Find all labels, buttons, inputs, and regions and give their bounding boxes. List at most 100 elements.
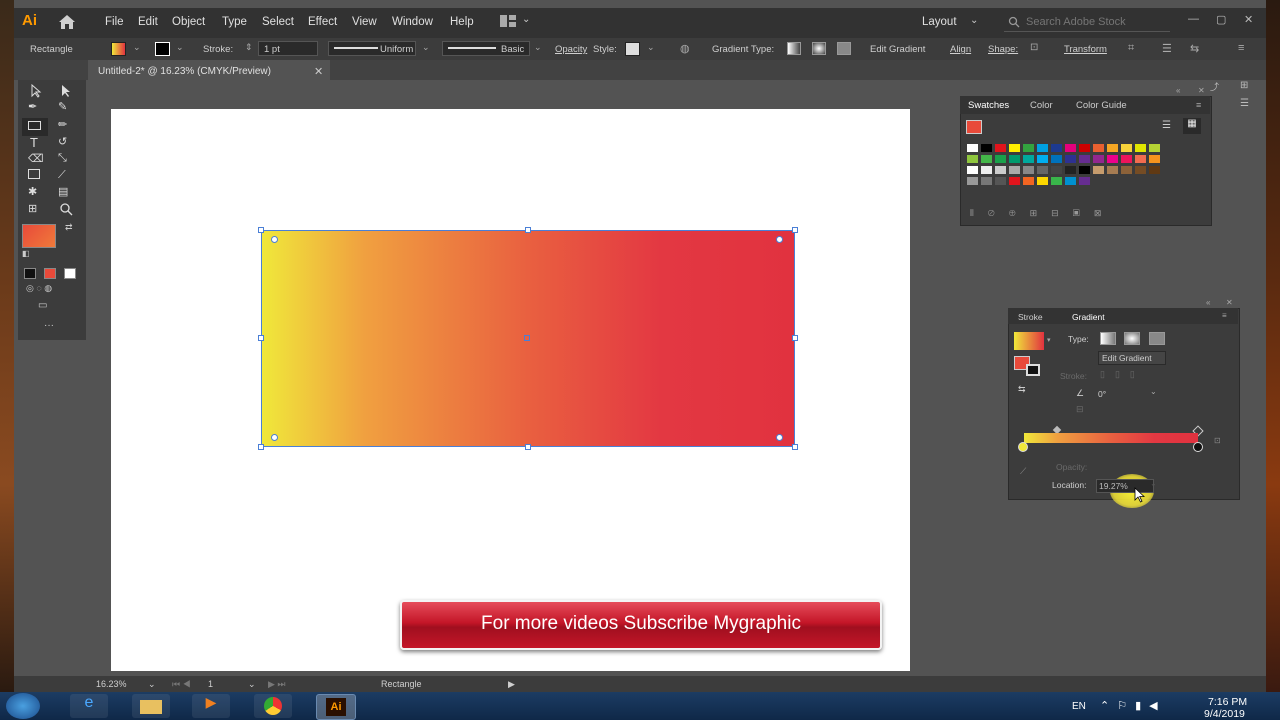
scale-tool-icon[interactable]: ⤡	[58, 152, 67, 165]
radial-gradient-icon[interactable]	[1124, 332, 1140, 345]
color-swatch[interactable]	[1149, 155, 1160, 163]
color-swatch[interactable]	[1121, 155, 1132, 163]
color-stop-end[interactable]	[1193, 442, 1203, 452]
align-link[interactable]: Align	[950, 44, 971, 55]
gradient-mode-icon[interactable]	[44, 268, 56, 279]
close-panel-icon[interactable]: ✕	[1226, 298, 1233, 307]
tab-gradient[interactable]: Gradient	[1072, 312, 1105, 322]
workspace-switcher[interactable]: Layout	[922, 16, 957, 28]
color-swatch[interactable]	[1079, 166, 1090, 174]
color-swatch[interactable]	[1093, 144, 1104, 152]
menu-select[interactable]: Select	[262, 16, 294, 28]
eyedropper-icon[interactable]: ⟋	[1020, 466, 1026, 477]
color-swatch[interactable]	[1065, 166, 1076, 174]
color-swatch[interactable]	[1079, 144, 1090, 152]
selection-tool-icon[interactable]	[28, 84, 44, 98]
symbol-sprayer-tool-icon[interactable]: ✱	[28, 185, 37, 198]
panel-menu-icon[interactable]: ≡	[1196, 100, 1201, 110]
graph-tool-icon[interactable]: ▤	[58, 185, 68, 198]
clock-time[interactable]: 7:16 PM	[1208, 696, 1247, 708]
color-swatch[interactable]	[1023, 144, 1034, 152]
color-swatch[interactable]	[1009, 177, 1020, 185]
color-swatch[interactable]	[1149, 166, 1160, 174]
color-swatch[interactable]	[981, 144, 992, 152]
color-swatch[interactable]	[1065, 155, 1076, 163]
close-tab-icon[interactable]: ✕	[314, 65, 323, 78]
color-swatch[interactable]	[1023, 155, 1034, 163]
eraser-tool-icon[interactable]: ⌫	[28, 152, 44, 165]
menu-view[interactable]: View	[352, 16, 377, 28]
shape-properties-icon[interactable]: ⊡	[1030, 42, 1038, 53]
illustrator-taskbar-icon[interactable]: Ai	[316, 694, 356, 720]
color-swatch[interactable]	[981, 166, 992, 174]
color-swatch[interactable]	[1135, 166, 1146, 174]
resize-handle-right[interactable]	[792, 335, 798, 341]
color-swatch[interactable]	[995, 177, 1006, 185]
resize-handle-bottom[interactable]	[525, 444, 531, 450]
color-swatch[interactable]	[1121, 144, 1132, 152]
swatches-footer-icons[interactable]: ⫴⊘⊕⊞⊟▣⊠	[970, 208, 1115, 219]
chevron-down-icon[interactable]: ⌄	[534, 42, 542, 53]
gradient-slider[interactable]	[1024, 433, 1198, 443]
chevron-down-icon[interactable]: ⌄	[248, 679, 256, 690]
color-swatch[interactable]	[1121, 166, 1132, 174]
color-swatch[interactable]	[981, 155, 992, 163]
pen-tool-icon[interactable]: ✒	[28, 100, 37, 113]
color-swatch[interactable]	[1037, 177, 1048, 185]
color-swatch[interactable]	[1037, 144, 1048, 152]
color-swatch[interactable]	[1079, 177, 1090, 185]
linear-gradient-icon[interactable]	[1100, 332, 1116, 345]
color-swatch[interactable]	[1051, 166, 1062, 174]
default-fill-stroke-icon[interactable]: ◧	[22, 249, 30, 258]
chevron-down-icon[interactable]: ⌄	[422, 42, 430, 53]
list-view-icon[interactable]: ☰	[1162, 120, 1171, 131]
minimize-icon[interactable]: —	[1188, 13, 1199, 25]
resize-handle-top-left[interactable]	[258, 227, 264, 233]
reverse-gradient-icon[interactable]: ⇆	[1018, 384, 1026, 395]
artboard-tool-icon[interactable]: ⊞	[28, 202, 37, 215]
radial-gradient-icon[interactable]	[812, 42, 826, 55]
dock-libraries-icon[interactable]: ⤴	[1210, 80, 1219, 93]
color-swatch[interactable]	[995, 166, 1006, 174]
color-swatch[interactable]	[1065, 144, 1076, 152]
gradient-tool-icon[interactable]	[28, 169, 40, 179]
color-swatch[interactable]	[1107, 155, 1118, 163]
chevron-down-icon[interactable]: ⌄	[1150, 479, 1157, 488]
type-tool-icon[interactable]: T	[30, 135, 38, 150]
chevron-down-icon[interactable]: ▾	[1047, 336, 1051, 344]
opacity-link[interactable]: Opacity	[555, 44, 587, 55]
corner-radius-widget[interactable]	[776, 434, 783, 441]
color-swatch[interactable]	[1009, 144, 1020, 152]
isolate-icon[interactable]: ⌗	[1128, 42, 1134, 55]
file-explorer-icon[interactable]	[132, 694, 170, 718]
color-stop-start[interactable]	[1018, 442, 1028, 452]
rotate-tool-icon[interactable]: ↺	[58, 135, 67, 148]
color-swatch[interactable]	[1093, 155, 1104, 163]
resize-handle-top[interactable]	[525, 227, 531, 233]
search-input[interactable]	[1026, 16, 1166, 28]
shape-link[interactable]: Shape:	[988, 44, 1018, 55]
panel-menu-icon[interactable]: ≡	[1222, 311, 1227, 320]
color-swatch[interactable]	[1079, 155, 1090, 163]
language-indicator[interactable]: EN	[1072, 701, 1086, 712]
dock-properties-icon[interactable]: ⊞	[1240, 80, 1248, 91]
color-swatch[interactable]	[1023, 177, 1034, 185]
tab-color-guide[interactable]: Color Guide	[1076, 100, 1127, 111]
graphic-style-swatch[interactable]	[625, 42, 640, 56]
color-swatch[interactable]	[1135, 155, 1146, 163]
corner-radius-widget[interactable]	[271, 434, 278, 441]
tab-swatches[interactable]: Swatches	[968, 100, 1009, 111]
start-button[interactable]	[6, 693, 40, 719]
menu-file[interactable]: File	[105, 16, 124, 28]
color-swatch[interactable]	[1037, 166, 1048, 174]
artboard-number[interactable]: 1	[208, 679, 213, 689]
artboard-nav-next-icons[interactable]: ▶ ⏭	[268, 679, 286, 690]
rectangle-tool-icon[interactable]	[28, 121, 41, 130]
resize-handle-bottom-left[interactable]	[258, 444, 264, 450]
color-swatch[interactable]	[1149, 144, 1160, 152]
chevron-down-icon[interactable]: ⌄	[133, 42, 141, 53]
color-swatch[interactable]	[1107, 166, 1118, 174]
menu-object[interactable]: Object	[172, 16, 205, 28]
recolor-artwork-icon[interactable]: ◍	[680, 42, 690, 55]
drawing-mode-icon[interactable]: ◎ ◌ ◍	[26, 283, 52, 294]
